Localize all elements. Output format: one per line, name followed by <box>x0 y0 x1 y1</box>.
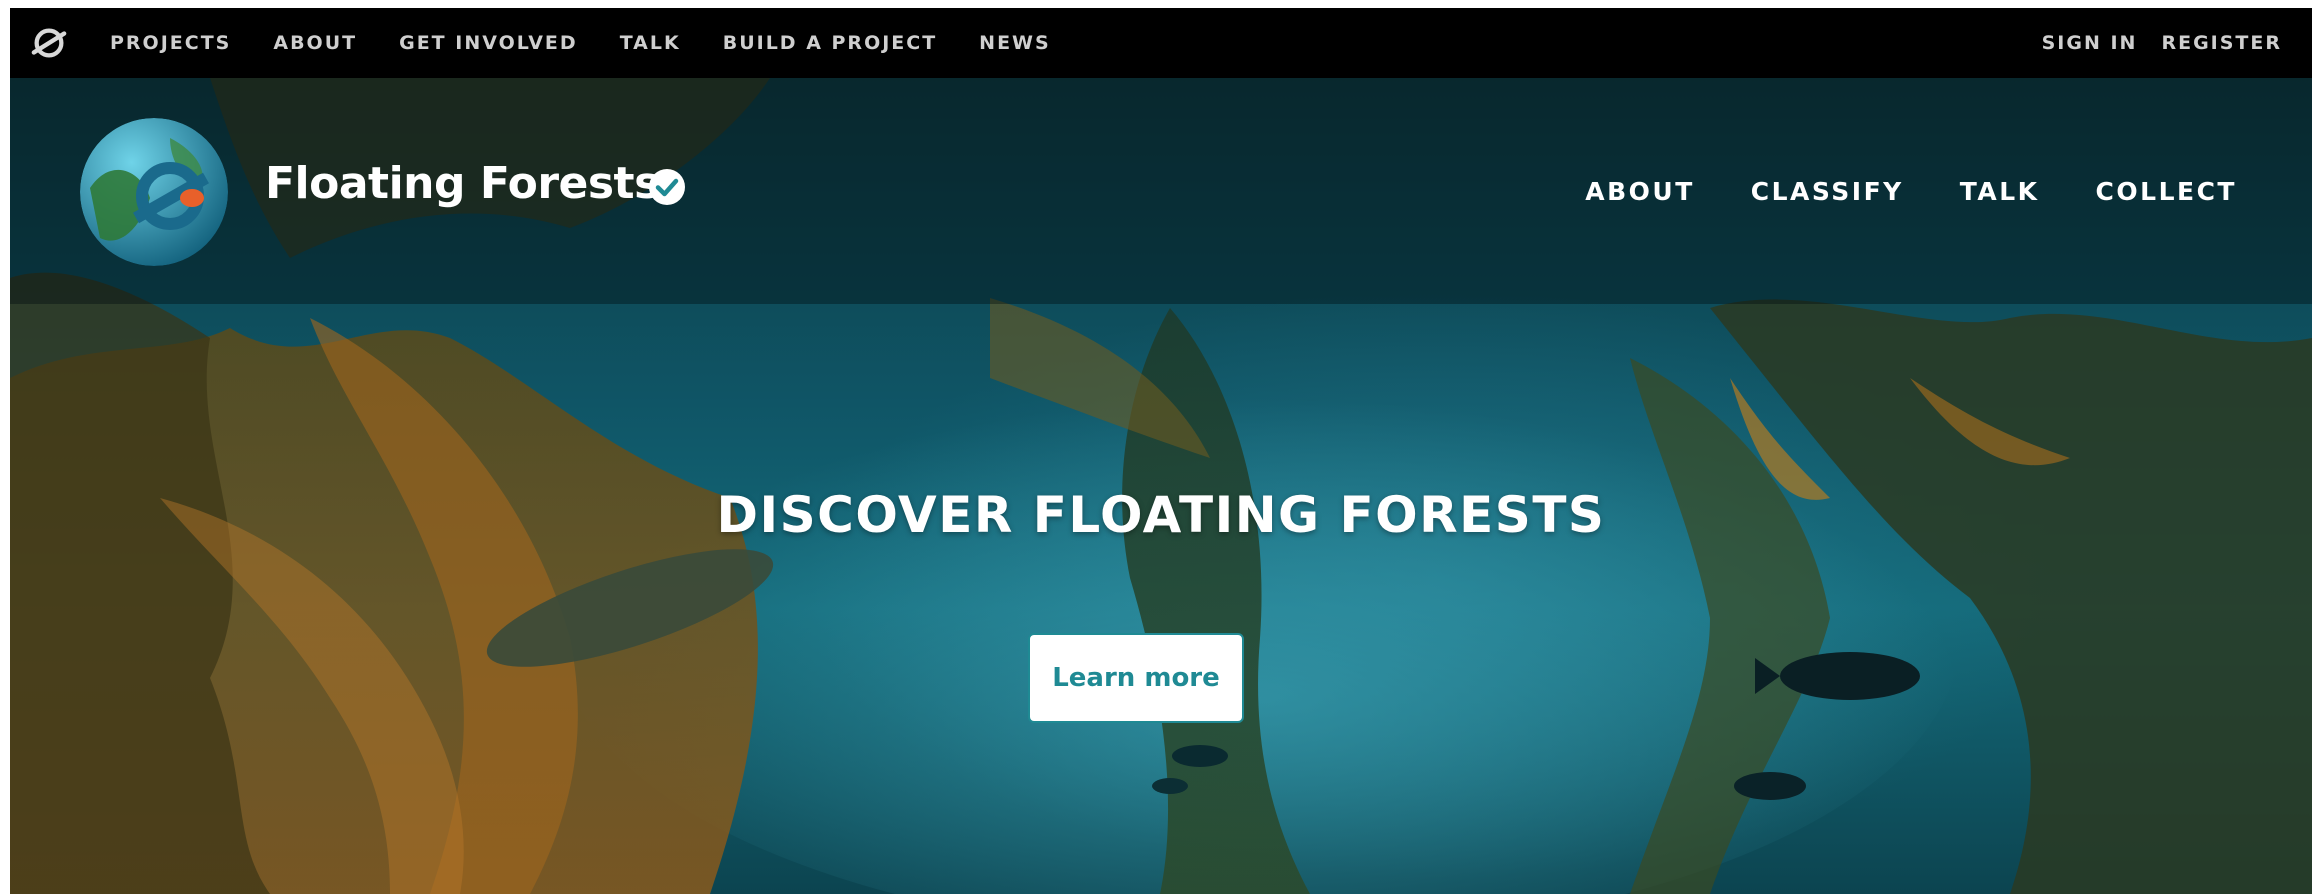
page-frame: PROJECTS ABOUT GET INVOLVED TALK BUILD A… <box>10 8 2312 894</box>
project-nav: ABOUT CLASSIFY TALK COLLECT <box>1529 78 2237 304</box>
learn-more-button[interactable]: Learn more <box>1028 633 1244 723</box>
nav-talk[interactable]: TALK <box>620 32 681 54</box>
project-nav-classify[interactable]: CLASSIFY <box>1751 177 1904 206</box>
register-link[interactable]: REGISTER <box>2161 32 2282 54</box>
nav-news[interactable]: NEWS <box>979 32 1051 54</box>
nav-get-involved[interactable]: GET INVOLVED <box>399 32 578 54</box>
hero-heading: DISCOVER FLOATING FORESTS <box>716 486 1606 544</box>
project-header: Floating Forests ABOUT CLASSIFY TALK COL… <box>10 78 2312 304</box>
sign-in-link[interactable]: SIGN IN <box>2042 32 2138 54</box>
project-avatar[interactable] <box>80 118 228 266</box>
nav-build-a-project[interactable]: BUILD A PROJECT <box>723 32 937 54</box>
auth-links: SIGN IN REGISTER <box>2018 8 2282 78</box>
hero-section: Floating Forests ABOUT CLASSIFY TALK COL… <box>10 78 2312 894</box>
nav-projects[interactable]: PROJECTS <box>110 32 231 54</box>
zooniverse-top-bar: PROJECTS ABOUT GET INVOLVED TALK BUILD A… <box>10 8 2312 78</box>
verified-check-icon <box>649 169 685 205</box>
zooniverse-logo-icon[interactable] <box>30 24 68 62</box>
project-nav-talk[interactable]: TALK <box>1960 177 2040 206</box>
nav-about[interactable]: ABOUT <box>273 32 357 54</box>
project-nav-about[interactable]: ABOUT <box>1585 177 1695 206</box>
project-nav-collect[interactable]: COLLECT <box>2096 177 2237 206</box>
floating-forests-logo-icon <box>80 118 228 266</box>
zooniverse-nav: PROJECTS ABOUT GET INVOLVED TALK BUILD A… <box>110 8 1093 78</box>
project-title[interactable]: Floating Forests <box>265 158 660 209</box>
